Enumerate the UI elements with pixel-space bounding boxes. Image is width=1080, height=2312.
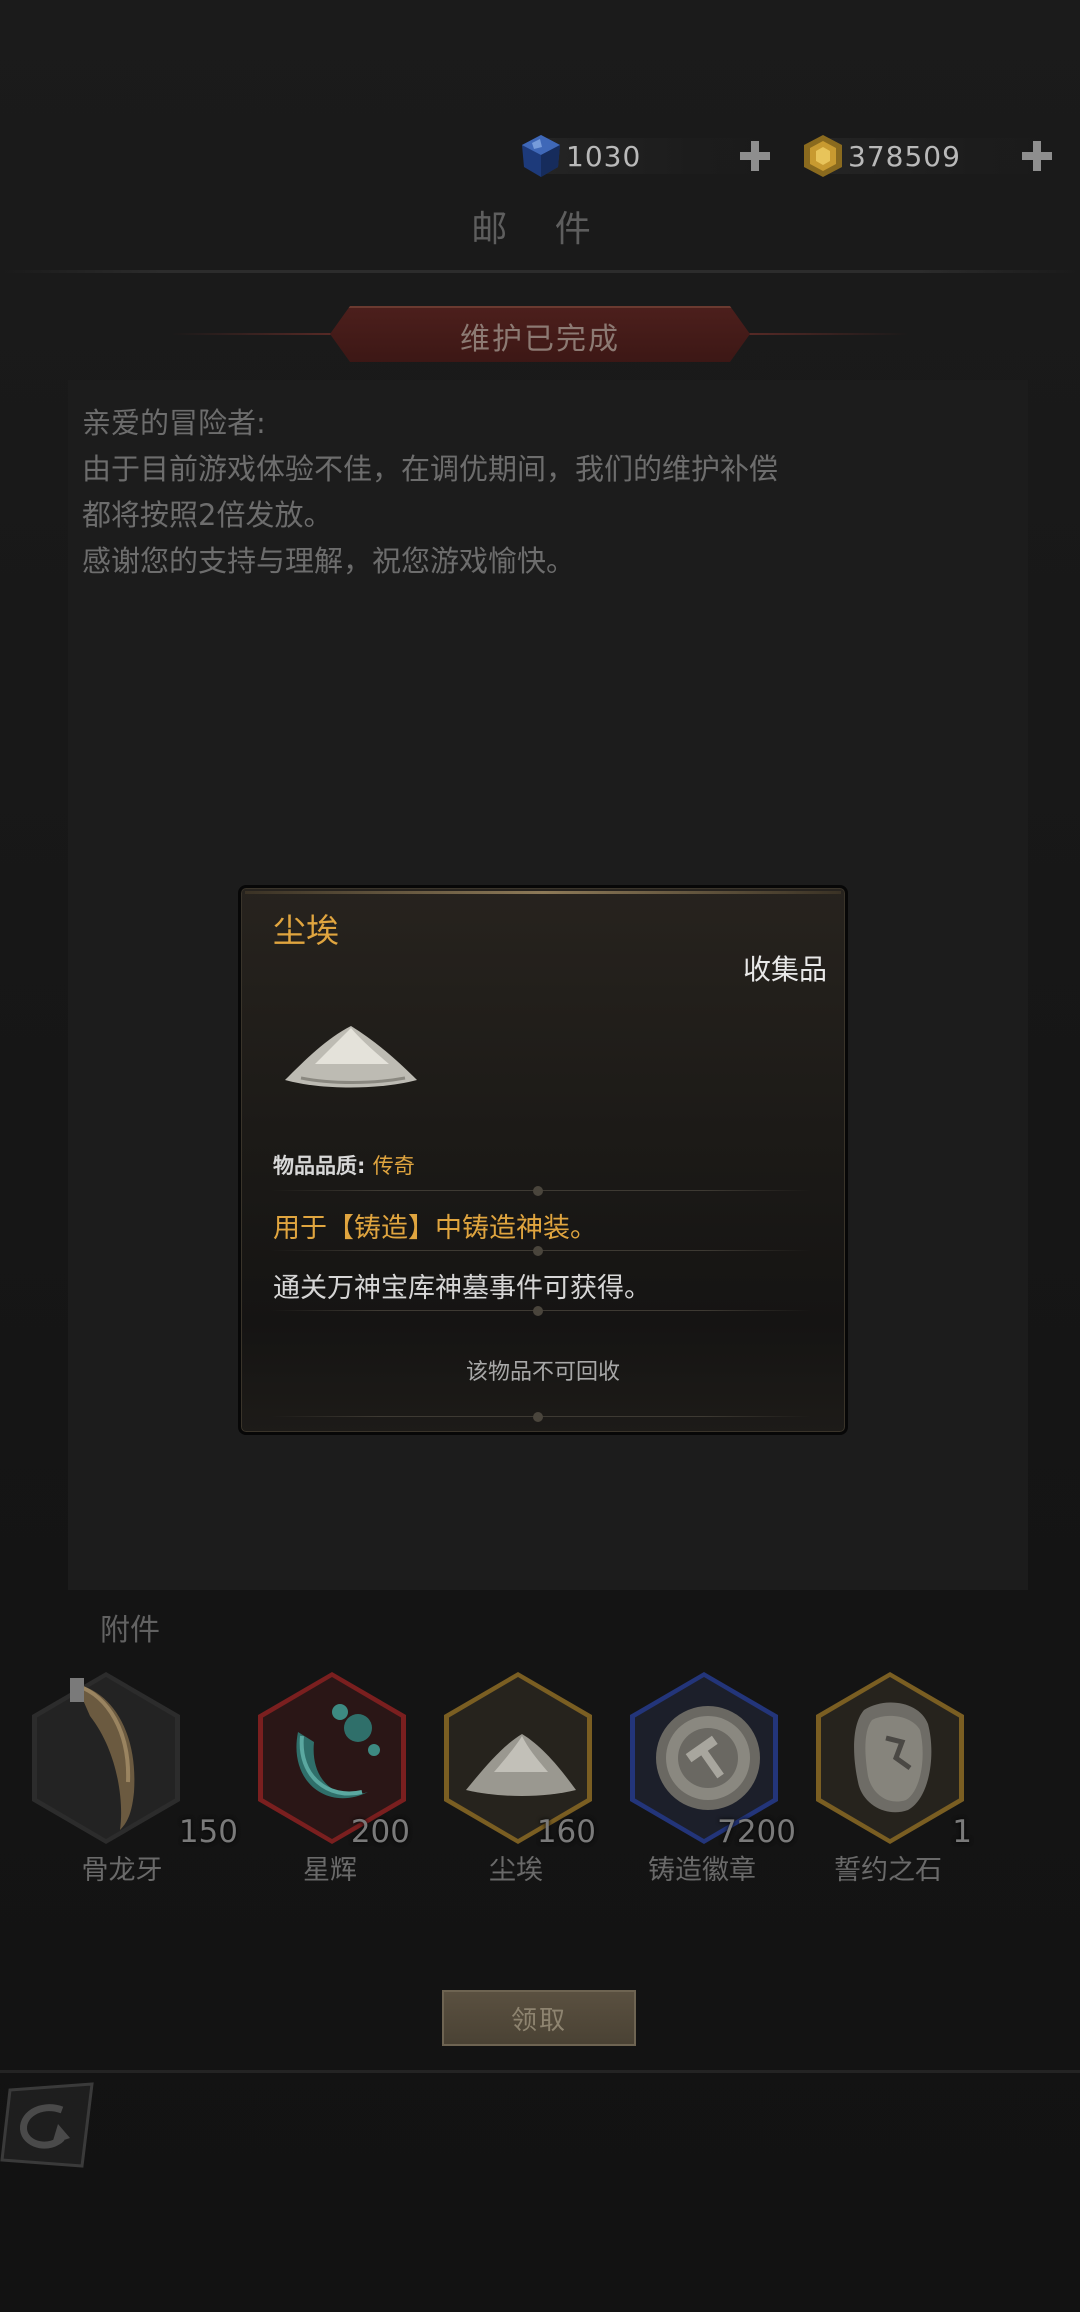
- gem-amount: 1030: [566, 139, 642, 173]
- tooltip-item-name: 尘埃: [273, 911, 339, 950]
- quality-value: 传奇: [372, 1154, 415, 1178]
- dust-icon: [285, 1026, 417, 1088]
- blue-gem-icon: [522, 135, 560, 177]
- tooltip-quality: 物品品质: 传奇: [273, 1150, 415, 1180]
- tooltip-note: 该物品不可回收: [465, 1360, 620, 1385]
- tooltip-item-type: 收集品: [742, 953, 827, 986]
- item-tooltip: 尘埃 收集品 物品品质: 传奇 用于【铸造】中铸造神装。 通关万神宝库神墓事件可…: [238, 885, 848, 1435]
- tooltip-divider: [271, 1246, 811, 1256]
- tooltip-divider: [271, 1186, 811, 1196]
- gold-amount: 378509: [848, 139, 961, 173]
- add-gems-button[interactable]: [738, 139, 772, 173]
- mail-screen: 1030 378509 邮 件 维护已完成 亲爱的冒险者: 由于目前游戏体验不佳…: [0, 0, 1080, 2312]
- tooltip-divider: [271, 1306, 811, 1316]
- quality-label: 物品品质:: [273, 1154, 366, 1178]
- tooltip-divider: [271, 1412, 811, 1422]
- add-gold-button[interactable]: [1020, 139, 1054, 173]
- tooltip-usage: 用于【铸造】中铸造神装。: [273, 1213, 597, 1244]
- gold-coin-icon: [804, 135, 842, 177]
- tooltip-source: 通关万神宝库神墓事件可获得。: [273, 1273, 651, 1304]
